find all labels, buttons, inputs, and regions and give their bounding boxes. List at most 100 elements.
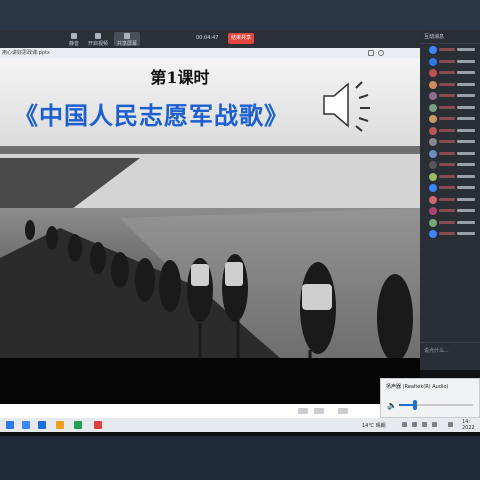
chat-message — [420, 102, 480, 114]
volume-slider-thumb[interactable] — [413, 400, 418, 410]
avatar — [429, 126, 437, 135]
avatar — [429, 218, 437, 227]
avatar — [429, 103, 437, 112]
chat-sender — [439, 140, 455, 143]
chat-sidebar: 互动消息 说点什么... — [420, 30, 480, 370]
chat-text — [457, 174, 475, 178]
tray-icon[interactable] — [402, 422, 407, 427]
photo-frame: 静音 开启视频 共享屏幕 00:04:47 结束共享 用心讲好思政课.pptx — [0, 0, 480, 480]
chat-message — [420, 113, 480, 125]
chat-sender — [439, 197, 455, 201]
end-share-button[interactable]: 结束共享 — [228, 33, 254, 44]
chat-sender — [439, 59, 455, 63]
chat-sender — [439, 220, 455, 224]
microphone-icon — [71, 33, 77, 39]
top-background — [0, 0, 480, 30]
chat-message — [420, 90, 480, 102]
camera-icon — [95, 33, 101, 39]
chat-message — [420, 159, 480, 171]
minimize-icon[interactable] — [368, 50, 374, 56]
chat-text — [457, 82, 475, 86]
slide-control-bar — [0, 404, 420, 418]
speaker-icon[interactable] — [320, 78, 384, 132]
chat-sender — [439, 105, 455, 109]
start-icon[interactable] — [6, 421, 14, 429]
chat-sender — [439, 209, 455, 212]
chat-message — [420, 136, 480, 148]
avatar — [429, 69, 437, 77]
avatar — [429, 149, 437, 158]
volume-tray-icon[interactable] — [422, 422, 427, 427]
screen-share-icon — [124, 33, 130, 39]
chat-message — [420, 125, 480, 137]
chat-text — [457, 48, 475, 51]
avatar — [429, 207, 437, 215]
app-icon[interactable] — [94, 421, 102, 429]
prev-slide-button[interactable] — [298, 408, 308, 414]
chat-message — [420, 228, 480, 240]
avatar — [429, 161, 437, 169]
avatar — [378, 50, 384, 56]
end-show-button[interactable] — [338, 408, 348, 414]
weather-widget[interactable]: 14℃ 晴朗 — [362, 422, 386, 429]
tray-icon[interactable] — [432, 422, 437, 427]
chat-text — [457, 105, 475, 109]
folder-icon[interactable] — [56, 421, 64, 429]
next-slide-button[interactable] — [314, 408, 324, 414]
chat-sender — [439, 186, 455, 189]
audio-device-label: 扬声器 (Realtek(R) Audio) — [386, 384, 449, 390]
volume-icon[interactable]: 🔈 — [387, 401, 397, 410]
video-label: 开启视频 — [88, 41, 109, 47]
chat-message — [420, 79, 480, 91]
chat-sender — [439, 71, 455, 74]
network-icon[interactable] — [412, 422, 417, 427]
chat-text — [457, 117, 475, 120]
taskbar: 14℃ 晴朗 14: 2022 — [0, 418, 480, 432]
lesson-label: 第1课时 — [150, 68, 210, 87]
chat-sender — [439, 174, 455, 178]
meeting-toolbar: 静音 开启视频 共享屏幕 00:04:47 结束共享 — [0, 30, 420, 48]
volume-flyout: 扬声器 (Realtek(R) Audio) 🔈 — [380, 378, 480, 418]
chat-text — [457, 197, 475, 201]
chat-sender — [439, 82, 455, 86]
chat-sender — [439, 117, 455, 120]
app-icon[interactable] — [22, 421, 30, 429]
avatar — [429, 57, 437, 66]
mute-button[interactable]: 静音 — [64, 32, 84, 47]
chat-message — [420, 67, 480, 79]
chat-header: 互动消息 — [420, 30, 480, 44]
slide-title: 《中国人民志愿军战歌》 — [14, 101, 289, 130]
chat-text — [457, 220, 475, 224]
chat-sender — [439, 151, 455, 155]
app-icon[interactable] — [74, 421, 82, 429]
presentation-slide: 第1课时 《中国人民志愿军战歌》 — [0, 58, 420, 358]
chat-message — [420, 44, 480, 56]
monitor-screen: 静音 开启视频 共享屏幕 00:04:47 结束共享 用心讲好思政课.pptx — [0, 30, 480, 436]
share-screen-button[interactable]: 共享屏幕 — [114, 32, 140, 47]
chat-text — [457, 128, 475, 132]
tray-icon[interactable] — [448, 422, 453, 427]
chat-text — [457, 151, 475, 155]
chat-text — [457, 163, 475, 166]
share-label: 共享屏幕 — [116, 41, 137, 47]
chat-text — [457, 71, 475, 74]
chat-message — [420, 148, 480, 160]
chat-text — [457, 209, 475, 212]
app-icon[interactable] — [38, 421, 46, 429]
window-filename: 用心讲好思政课.pptx — [2, 50, 50, 56]
avatar — [429, 195, 437, 204]
avatar — [429, 46, 437, 54]
clock-date: 2022 — [462, 425, 475, 431]
avatar — [429, 80, 437, 89]
video-button[interactable]: 开启视频 — [88, 32, 109, 47]
avatar — [429, 138, 437, 146]
chat-input[interactable]: 说点什么... — [420, 342, 480, 370]
avatar — [429, 184, 437, 192]
clock[interactable]: 14: 2022 — [462, 419, 475, 431]
avatar — [429, 230, 437, 238]
chat-text — [457, 186, 475, 189]
slide-window-titlebar: 用心讲好思政课.pptx — [0, 48, 420, 58]
chat-sender — [439, 128, 455, 132]
chat-sender — [439, 232, 455, 235]
avatar — [429, 172, 437, 181]
